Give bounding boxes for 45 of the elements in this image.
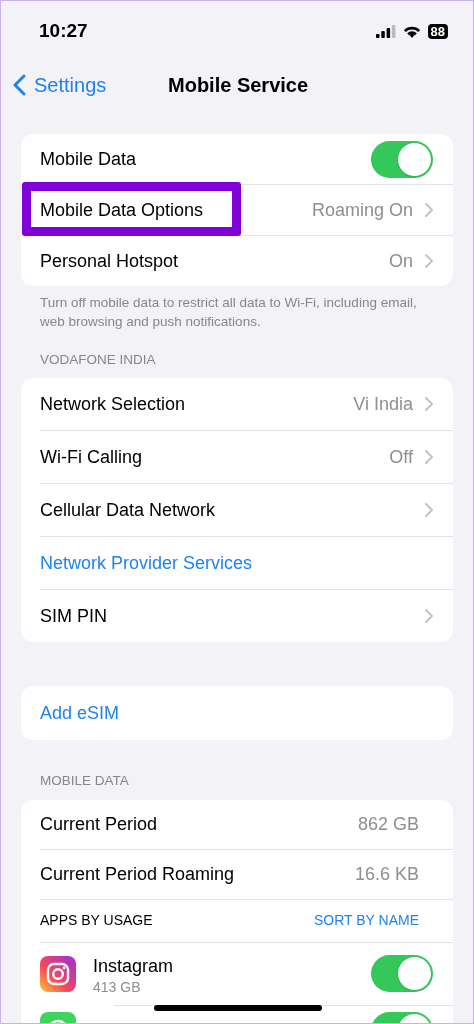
row-label: Mobile Data (40, 147, 137, 171)
chevron-icon (425, 503, 433, 518)
back-icon (13, 74, 26, 96)
row-label: Cellular Data Network (40, 499, 216, 522)
row-value: 16.6 KB (354, 862, 420, 886)
settings-row[interactable]: Network Selection Vi India (21, 378, 453, 431)
link[interactable]: Add eSIM (40, 702, 120, 725)
settings-row[interactable]: Personal Hotspot On (21, 236, 453, 286)
row-label: Current Period Roaming (40, 862, 235, 886)
battery-indicator: 88 (427, 24, 448, 39)
signal-icon (375, 25, 396, 38)
chevron-icon (425, 450, 433, 465)
row-label: Instagram (93, 955, 174, 978)
row-value: Off (389, 445, 413, 469)
chevron-icon (425, 203, 433, 217)
sort-button[interactable]: SORT BY NAME (313, 910, 433, 931)
chevron-icon (425, 397, 433, 412)
link[interactable]: Network Provider Services (40, 552, 253, 575)
chevron-icon (425, 254, 433, 268)
settings-row[interactable]: Mobile Data Options Roaming On (21, 185, 453, 235)
section-header: VODAFONE INDIA (39, 351, 157, 369)
row-label: SIM PIN (40, 605, 107, 628)
toggle-switch[interactable] (371, 955, 433, 992)
settings-row[interactable]: Wi-Fi Calling Off (21, 431, 453, 484)
status-time: 10:27 (39, 19, 88, 44)
screen-title: Mobile Service (168, 73, 309, 98)
toggle-switch[interactable] (371, 140, 433, 178)
row-label: Personal Hotspot (40, 249, 179, 273)
row-label: Network Selection (40, 393, 186, 416)
section-header: MOBILE DATA (39, 772, 130, 791)
row-value: Roaming On (311, 198, 413, 222)
settings-row[interactable]: Cellular Data Network (21, 484, 453, 537)
chevron-icon (425, 609, 433, 624)
app-usage: 413 GB (93, 977, 141, 996)
row-value: Vi India (353, 392, 413, 416)
section-footer: Turn off mobile data to restrict all data to Wi-Fi, including email, web browsing and push notifications. (21, 286, 453, 331)
camera-app-icon (40, 955, 76, 992)
settings-row[interactable]: SIM PIN (21, 590, 453, 643)
row-label: Current Period (40, 812, 158, 836)
subsection-header: APPS BY USAGE (40, 911, 153, 930)
row-value: On (389, 249, 413, 273)
row-label: Mobile Data Options (40, 198, 204, 222)
wifi-icon (402, 25, 421, 38)
row-label: Wi-Fi Calling (40, 446, 142, 469)
row-value: 862 GB (357, 812, 420, 836)
